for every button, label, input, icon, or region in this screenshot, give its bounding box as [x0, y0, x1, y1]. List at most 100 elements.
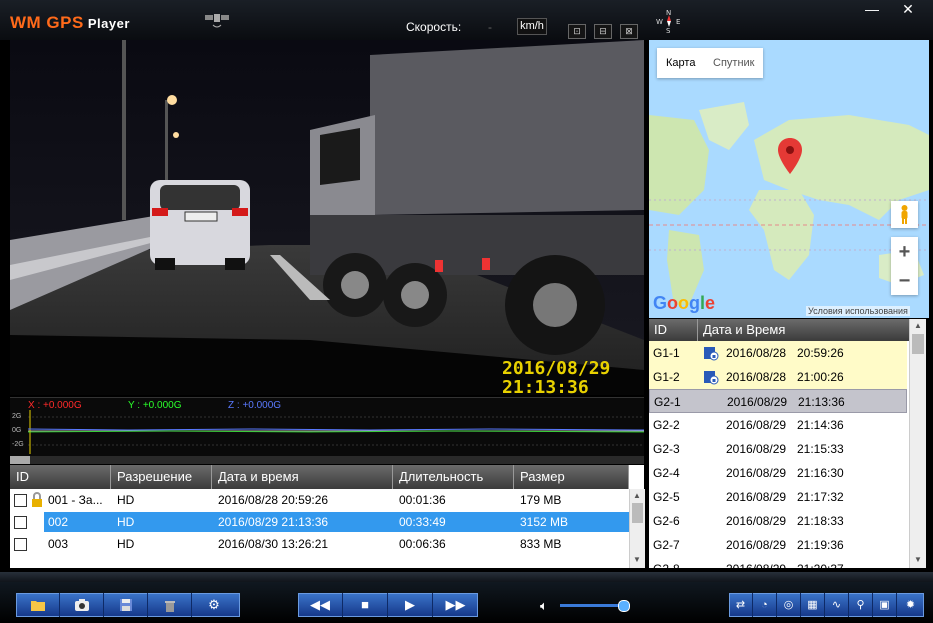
volume-slider-handle[interactable] — [618, 600, 630, 612]
zoom-icon[interactable]: ⚲ — [849, 593, 873, 617]
close-button[interactable]: ✕ — [897, 1, 919, 17]
brightness-icon[interactable]: ✹ — [897, 593, 924, 617]
gps-row[interactable]: G1-2 2016/08/28 21:00:26 — [649, 365, 907, 389]
gps-col-header-datetime[interactable]: Дата и Время — [698, 319, 909, 341]
gps-time: 21:14:36 — [797, 418, 844, 432]
gps-date: 2016/08/28 — [726, 370, 787, 384]
scroll-down-icon[interactable]: ▼ — [914, 555, 922, 564]
camera-icon[interactable] — [60, 593, 104, 617]
tab-map[interactable]: Карта — [666, 57, 695, 69]
status-divider — [0, 572, 933, 582]
map-pin-icon[interactable] — [778, 138, 802, 174]
gps-time: 21:17:32 — [797, 490, 844, 504]
timeline-scroll-thumb[interactable] — [10, 456, 30, 464]
col-header-datetime[interactable]: Дата и время — [212, 465, 393, 489]
view-mode-1-button[interactable]: ⊡ — [568, 24, 586, 39]
row-checkbox[interactable] — [14, 516, 27, 529]
street-view-pegman-icon[interactable] — [891, 201, 918, 228]
app-logo: WM GPS Player — [10, 13, 130, 32]
col-header-resolution[interactable]: Разрешение — [111, 465, 212, 489]
col-header-size[interactable]: Размер — [514, 465, 629, 489]
zoom-in-button[interactable]: + — [891, 238, 918, 266]
folder-icon[interactable] — [16, 593, 60, 617]
gps-row[interactable]: G2-5 2016/08/29 21:17:32 — [649, 485, 907, 509]
minimize-button[interactable]: — — [862, 1, 882, 17]
col-header-id[interactable]: ID — [10, 465, 111, 489]
file-size: 833 MB — [520, 537, 562, 551]
file-datetime: 2016/08/28 20:59:26 — [218, 493, 329, 507]
file-duration: 00:06:36 — [399, 537, 446, 551]
gps-id: G2-8 — [653, 557, 680, 568]
gsensor-plot — [27, 410, 644, 454]
table-row[interactable]: 003 HD 2016/08/30 13:26:21 00:06:36 833 … — [10, 533, 629, 555]
row-checkbox[interactable] — [14, 538, 27, 551]
file-duration: 00:01:36 — [399, 493, 446, 507]
gps-table-scrollbar[interactable]: ▲ ▼ — [909, 319, 926, 568]
file-duration: 00:33:49 — [399, 515, 446, 529]
scroll-thumb[interactable] — [632, 503, 643, 523]
speedometer-icon[interactable]: ◔ — [753, 593, 777, 617]
timeline-scrollbar[interactable] — [10, 456, 644, 464]
table-row[interactable]: 001 - За... HD 2016/08/28 20:59:26 00:01… — [10, 489, 629, 511]
file-size: 3152 MB — [520, 515, 569, 529]
gps-time: 21:20:37 — [797, 557, 844, 568]
file-table: ID Разрешение Дата и время Длительность … — [10, 465, 644, 568]
gps-id: G2-1 — [654, 395, 681, 409]
gps-row[interactable]: G1-1 2016/08/28 20:59:26 — [649, 341, 907, 365]
scroll-down-icon[interactable]: ▼ — [633, 555, 641, 564]
google-logo: Google — [653, 293, 716, 313]
view-mode-2-button[interactable]: ⊟ — [594, 24, 612, 39]
rewind-icon[interactable]: ◀◀ — [298, 593, 343, 617]
row-checkbox[interactable] — [14, 494, 27, 507]
gps-row[interactable]: G2-2 2016/08/29 21:14:36 — [649, 413, 907, 437]
speed-value: - — [488, 20, 492, 34]
fullscreen-button[interactable]: ⊠ — [620, 24, 638, 39]
gps-id: G2-4 — [653, 466, 680, 480]
gps-time: 21:18:33 — [797, 514, 844, 528]
trash-icon[interactable] — [148, 593, 192, 617]
map-icon[interactable]: ▦ — [801, 593, 825, 617]
speaker-icon[interactable]: 🔈︎ — [540, 598, 548, 614]
gps-row[interactable]: G2-7 2016/08/29 21:19:36 — [649, 533, 907, 557]
gps-col-header-id[interactable]: ID — [649, 319, 698, 341]
file-table-scrollbar[interactable]: ▲ ▼ — [629, 489, 645, 568]
stop-icon[interactable]: ■ — [343, 593, 388, 617]
gps-time: 21:15:33 — [797, 442, 844, 456]
video-player[interactable]: 2016/08/29 21:13:36 — [10, 40, 644, 395]
map-terms-link[interactable]: Условия использования — [806, 306, 910, 316]
gps-row[interactable]: G2-3 2016/08/29 21:15:33 — [649, 437, 907, 461]
play-icon[interactable]: ▶ — [388, 593, 433, 617]
lock-icon[interactable]: ▣ — [873, 593, 897, 617]
sync-icon[interactable]: ⇄ — [729, 593, 753, 617]
save-icon[interactable] — [104, 593, 148, 617]
lock-file-icon — [704, 347, 719, 361]
globe-icon[interactable]: ◎ — [777, 593, 801, 617]
table-row-selected[interactable]: 002 HD 2016/08/29 21:13:36 00:33:49 3152… — [10, 511, 629, 533]
gps-row[interactable]: G2-6 2016/08/29 21:18:33 — [649, 509, 907, 533]
compass-icon: N S W E — [656, 9, 680, 34]
map-view[interactable] — [649, 40, 929, 318]
graph-icon[interactable]: ∿ — [825, 593, 849, 617]
zoom-out-button[interactable]: − — [891, 267, 918, 295]
gps-row[interactable]: G2-8 2016/08/29 21:20:37 — [649, 557, 907, 568]
gps-row[interactable]: G2-4 2016/08/29 21:16:30 — [649, 461, 907, 485]
lock-icon — [32, 492, 42, 507]
svg-text:W: W — [656, 18, 663, 26]
gear-icon[interactable]: ⚙ — [192, 593, 236, 617]
gps-date: 2016/08/29 — [727, 395, 788, 409]
scroll-thumb[interactable] — [912, 334, 924, 354]
video-timestamp-date: 2016/08/29 — [502, 358, 611, 379]
gps-time: 21:16:30 — [797, 466, 844, 480]
tab-satellite[interactable]: Спутник — [713, 57, 754, 69]
gps-date: 2016/08/29 — [726, 557, 786, 568]
scroll-up-icon[interactable]: ▲ — [633, 491, 641, 500]
gps-date: 2016/08/29 — [726, 514, 787, 528]
dashcam-frame — [10, 40, 644, 395]
speed-unit: km/h — [517, 18, 547, 35]
gps-time: 21:00:26 — [797, 370, 844, 384]
gps-row-current[interactable]: G2-1 2016/08/29 21:13:36 — [649, 389, 907, 413]
fast-forward-icon[interactable]: ▶▶ — [433, 593, 478, 617]
col-header-duration[interactable]: Длительность — [393, 465, 514, 489]
file-resolution: HD — [117, 515, 135, 529]
scroll-up-icon[interactable]: ▲ — [914, 321, 922, 330]
